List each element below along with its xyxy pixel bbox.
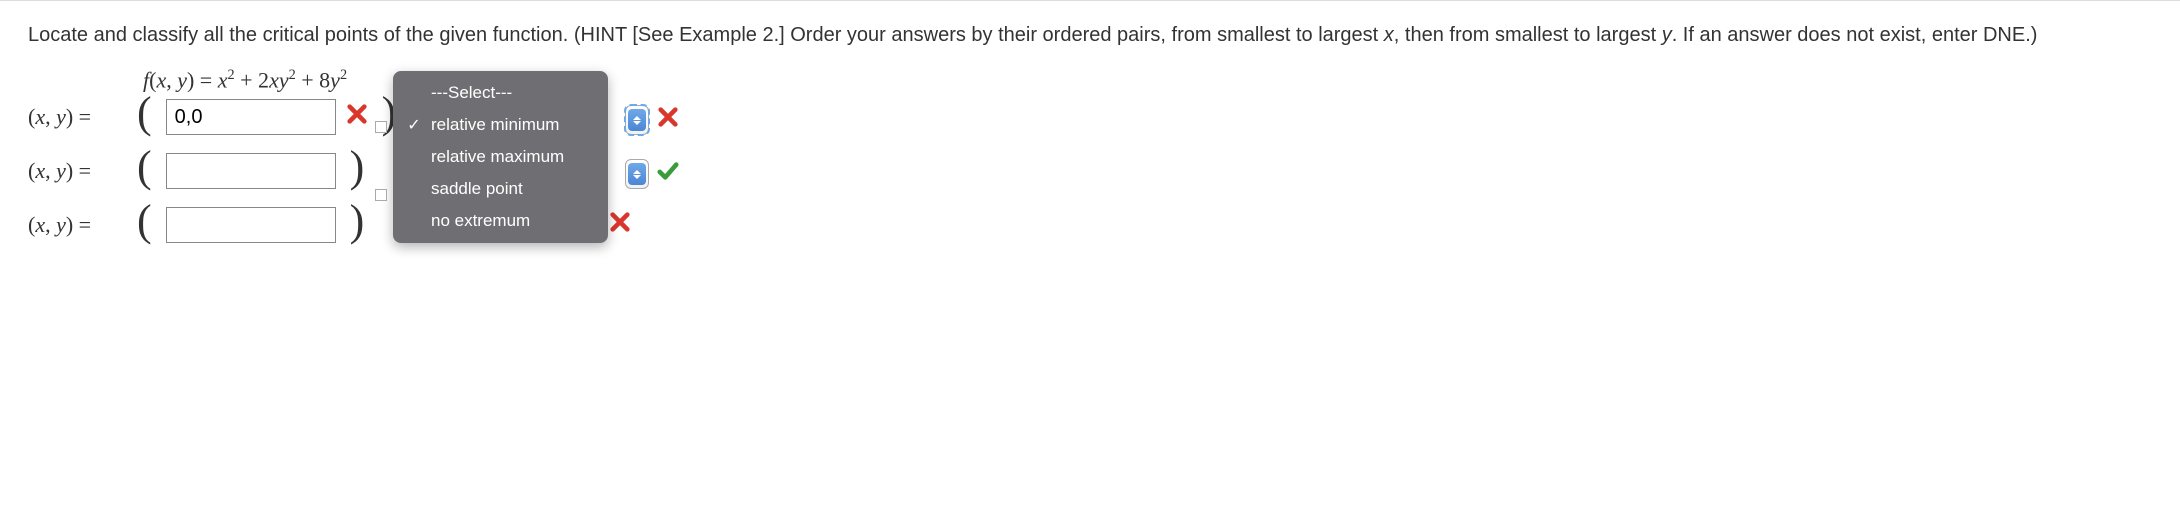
classification-select-2[interactable] [625, 159, 649, 189]
close-eq: ) = [66, 104, 91, 129]
point-input-3[interactable] [166, 207, 336, 243]
dropdown-option-label: relative maximum [431, 147, 564, 167]
critical-point-row-3: (x, y) = ( ) 6 saddle point [28, 207, 2152, 243]
eq-plus2: + 8 [296, 67, 330, 92]
comma: , [45, 104, 56, 129]
select-arrows-icon [628, 109, 646, 131]
select-arrows-icon [628, 163, 646, 185]
dropdown-option-no-extremum[interactable]: no extremum [393, 205, 608, 237]
option-checkbox-icon [375, 121, 387, 133]
classification-dropdown-menu: ---Select--- relative minimum relative m… [393, 71, 608, 243]
instr-var-x: x [1384, 24, 1394, 46]
xy-label: (x, y) = [28, 158, 123, 184]
xy-label: (x, y) = [28, 212, 123, 238]
option-checkbox-icon [375, 189, 387, 201]
dropdown-option-relative-minimum[interactable]: relative minimum [393, 109, 608, 141]
dropdown-header-label: ---Select--- [431, 83, 512, 103]
comma: , [45, 212, 56, 237]
point-input-1[interactable] [166, 99, 336, 135]
wrong-icon [657, 106, 679, 134]
var-x: x [35, 212, 45, 237]
wrong-icon [346, 103, 368, 131]
question-instructions: Locate and classify all the critical poi… [28, 21, 2152, 49]
eq-exp-2b: 2 [289, 67, 296, 83]
dropdown-header[interactable]: ---Select--- [393, 77, 608, 109]
var-y: y [56, 158, 66, 183]
instr-var-y: y [1662, 24, 1672, 46]
var-y: y [56, 212, 66, 237]
var-y: y [56, 104, 66, 129]
point-input-2[interactable] [166, 153, 336, 189]
close-eq: ) = [66, 212, 91, 237]
dropdown-option-relative-maximum[interactable]: relative maximum [393, 141, 608, 173]
eq-exp-2c: 2 [340, 67, 347, 83]
correct-icon [657, 160, 679, 188]
var-x: x [35, 158, 45, 183]
critical-point-row-2: (x, y) = ( ) [28, 153, 2152, 189]
eq-y: y [177, 67, 187, 92]
critical-point-row-1: (x, y) = ( ) [28, 99, 2152, 135]
dropdown-option-label: no extremum [431, 211, 530, 231]
eq-rhs-xy: xy [269, 67, 289, 92]
dropdown-option-label: relative minimum [431, 115, 559, 135]
wrong-icon [609, 211, 631, 239]
eq-plus1: + 2 [235, 67, 269, 92]
instr-text-1: Locate and classify all the critical poi… [28, 24, 1384, 46]
eq-exp-2a: 2 [227, 67, 234, 83]
comma: , [45, 158, 56, 183]
close-eq: ) = [66, 158, 91, 183]
eq-rhs-y: y [330, 67, 340, 92]
instr-text-3: . If an answer does not exist, enter DNE… [1672, 24, 2038, 46]
var-x: x [35, 104, 45, 129]
xy-label: (x, y) = [28, 104, 123, 130]
eq-close-eq: ) = [187, 67, 218, 92]
instr-text-2: , then from smallest to largest [1394, 24, 1662, 46]
eq-comma: , [166, 67, 177, 92]
dropdown-option-saddle-point[interactable]: saddle point [393, 173, 608, 205]
classification-select-1[interactable] [625, 105, 649, 135]
check-slot [405, 115, 423, 135]
eq-x: x [156, 67, 166, 92]
dropdown-option-label: saddle point [431, 179, 523, 199]
